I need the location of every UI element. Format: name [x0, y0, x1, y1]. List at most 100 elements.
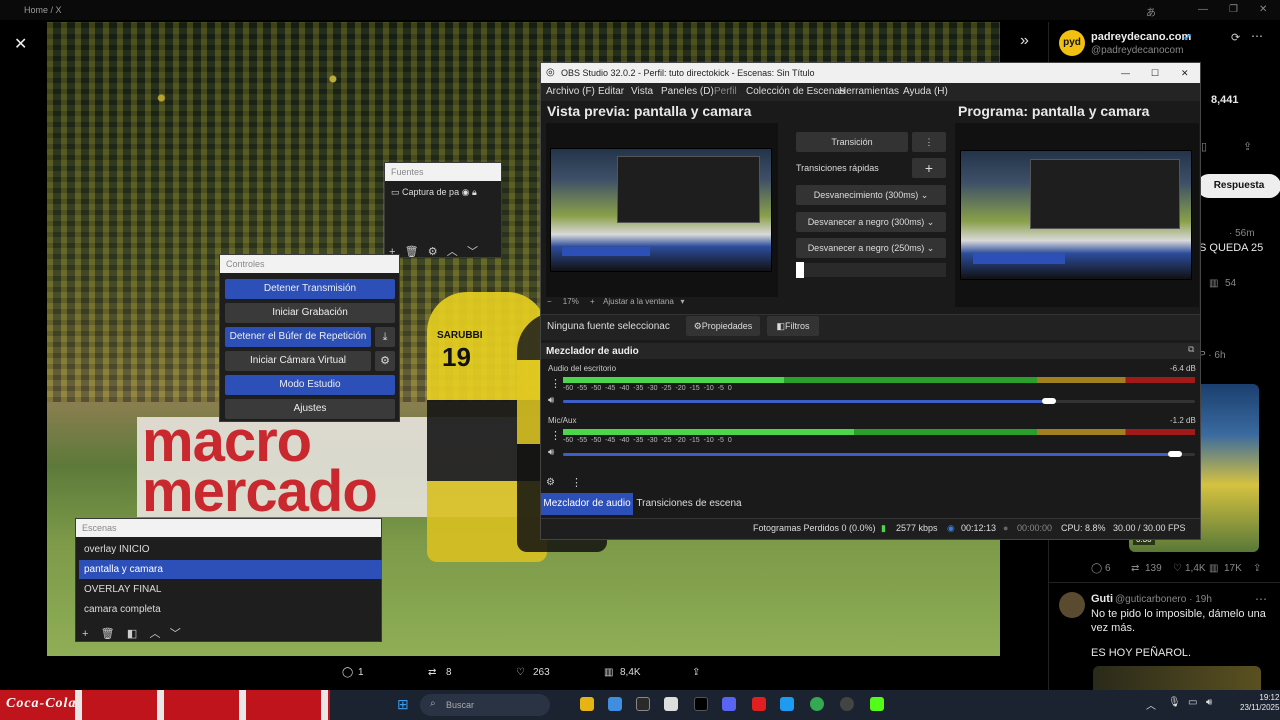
advanced-audio-icon[interactable]: ⚙	[546, 477, 555, 488]
scene-item[interactable]: overlay INICIO	[79, 540, 382, 559]
scene-item[interactable]: camara completa	[79, 600, 382, 619]
microphone-icon[interactable]: 🎙︎	[1168, 697, 1181, 708]
down-icon[interactable]: ﹀	[170, 628, 181, 640]
menu-help[interactable]: Ayuda (H)	[903, 83, 948, 101]
folder-icon[interactable]	[580, 697, 594, 711]
twitter-icon[interactable]	[780, 697, 794, 711]
studio-mode-button[interactable]: Modo Estudio	[225, 375, 395, 395]
app-icon[interactable]	[608, 697, 622, 711]
menu-scene-collection[interactable]: Colección de Escenas	[746, 83, 845, 101]
reply-button[interactable]: Respuesta	[1197, 174, 1280, 198]
chevron-down-icon[interactable]: ▾	[680, 297, 684, 306]
tab-scene-transitions[interactable]: Transiciones de escena	[636, 493, 742, 515]
more-icon[interactable]: ⋮	[912, 132, 946, 152]
obs-icon[interactable]	[636, 697, 650, 711]
tbar-handle[interactable]	[796, 262, 804, 278]
quick-transition-1[interactable]: Desvanecimiento (300ms) ⌄	[796, 185, 946, 205]
close-window-icon[interactable]: ✕	[1259, 4, 1267, 15]
views-icon[interactable]: ▥	[1209, 563, 1218, 574]
add-icon[interactable]: +	[82, 628, 88, 640]
close-viewer-icon[interactable]: ✕	[14, 34, 27, 54]
menu-view[interactable]: Vista	[631, 83, 653, 101]
menu-profile[interactable]: Perfil	[714, 83, 737, 101]
chevron-up-icon[interactable]: ︿	[1146, 697, 1156, 712]
quick-transition-3[interactable]: Desvanecer a negro (250ms) ⌄	[796, 238, 946, 258]
trash-icon[interactable]: 🗑︎	[101, 628, 115, 640]
start-recording-button[interactable]: Iniciar Grabación	[225, 303, 395, 323]
share-icon[interactable]: ⇪	[1253, 563, 1261, 574]
settings-button[interactable]: Ajustes	[225, 399, 395, 419]
scene-item-selected[interactable]: pantalla y camara	[79, 560, 382, 579]
zoom-out-icon[interactable]: −	[547, 297, 552, 306]
more-icon[interactable]: ⋮	[550, 377, 561, 390]
app-icon[interactable]	[664, 697, 678, 711]
discord-icon[interactable]	[722, 697, 736, 711]
comment-icon[interactable]: ◯	[342, 667, 353, 678]
menu-file[interactable]: Archivo (F)	[546, 83, 595, 101]
save-replay-icon[interactable]: ⤓	[375, 327, 395, 347]
maximize-icon[interactable]: ❐	[1229, 4, 1238, 15]
minimize-icon[interactable]: —	[1121, 63, 1130, 83]
share-icon[interactable]: ⇪	[1243, 140, 1252, 153]
comment-icon[interactable]: ◯	[1091, 563, 1102, 574]
minimize-icon[interactable]: —	[1198, 4, 1208, 15]
tiktok-icon[interactable]	[694, 697, 708, 711]
maximize-icon[interactable]: ☐	[1151, 63, 1159, 83]
stop-replay-buffer-button[interactable]: Detener el Búfer de Repetición	[225, 327, 371, 347]
like-icon[interactable]: ♡	[1173, 563, 1182, 574]
bookmark-icon[interactable]: ▯	[1201, 140, 1207, 153]
network-icon[interactable]: ▭	[1188, 697, 1197, 708]
volume-slider[interactable]	[1041, 398, 1056, 404]
translate-icon[interactable]: あ	[1146, 4, 1156, 19]
gear-icon[interactable]: ⚙	[428, 246, 438, 258]
reply-image[interactable]	[1093, 666, 1261, 690]
clock[interactable]: 19:12 23/11/2025	[1240, 693, 1279, 713]
author-name[interactable]: padreydecano.com	[1091, 31, 1191, 43]
transition-button[interactable]: Transición	[796, 132, 908, 152]
virtual-camera-button[interactable]: Iniciar Cámara Virtual	[225, 351, 371, 371]
up-icon[interactable]: ︿	[150, 628, 161, 640]
author-handle[interactable]: @padreydecanocom	[1091, 45, 1183, 56]
menu-edit[interactable]: Editar	[598, 83, 624, 101]
more-icon[interactable]: ⋯	[1251, 29, 1263, 43]
obs-icon[interactable]	[840, 697, 854, 711]
tbar-track[interactable]	[796, 263, 946, 277]
avatar[interactable]	[1059, 592, 1085, 618]
filters-button[interactable]: ◧Filtros	[767, 316, 819, 336]
expand-icon[interactable]: »	[1020, 32, 1029, 50]
undock-icon[interactable]: ⧉	[1188, 344, 1194, 355]
more-icon[interactable]: ⋯	[1255, 592, 1267, 606]
add-icon[interactable]: +	[912, 158, 946, 178]
retweet-icon[interactable]: ⇄	[428, 667, 436, 678]
volume-slider[interactable]	[1168, 451, 1183, 457]
avatar[interactable]: pyd	[1059, 30, 1085, 56]
eye-icon[interactable]: ◉	[462, 187, 470, 197]
like-icon[interactable]: ♡	[516, 667, 525, 678]
down-icon[interactable]: ﹀	[467, 246, 478, 258]
author-handle[interactable]: @guticarbonero · 19h	[1115, 594, 1212, 605]
menu-docks[interactable]: Paneles (D)	[661, 83, 714, 101]
stop-stream-button[interactable]: Detener Transmisión	[225, 279, 395, 299]
volume-icon[interactable]: 🔊︎	[1206, 697, 1212, 708]
source-item[interactable]: ▭ Captura de pa ◉ 🔒︎	[391, 187, 477, 198]
windows-start-icon[interactable]: ⊞	[397, 696, 409, 713]
lock-icon[interactable]: 🔒︎	[472, 187, 477, 197]
views-icon[interactable]: ▥	[1209, 278, 1218, 289]
author-name[interactable]: Guti	[1091, 593, 1113, 605]
tab-audio-mixer[interactable]: Mezclador de audio	[541, 493, 633, 515]
views-icon[interactable]: ▥	[604, 667, 613, 678]
retweet-icon[interactable]: ⇄	[1131, 563, 1139, 574]
fit-window-button[interactable]: Ajustar a la ventana	[603, 297, 674, 306]
quick-transition-2[interactable]: Desvanecer a negro (300ms) ⌄	[796, 212, 946, 232]
youtube-icon[interactable]	[752, 697, 766, 711]
close-icon[interactable]: ✕	[1181, 63, 1189, 83]
trash-icon[interactable]: 🗑︎	[405, 246, 419, 258]
scene-item[interactable]: OVERLAY FINAL	[79, 580, 382, 599]
up-icon[interactable]: ︿	[447, 246, 458, 258]
filter-icon[interactable]: ◧	[127, 628, 137, 640]
speaker-icon[interactable]: 🔊︎	[548, 395, 554, 406]
menu-tools[interactable]: Herramientas	[839, 83, 899, 101]
properties-button[interactable]: ⚙Propiedades	[686, 316, 760, 336]
gear-icon[interactable]: ⚙	[375, 351, 395, 371]
more-icon[interactable]: ⋮	[571, 476, 582, 489]
